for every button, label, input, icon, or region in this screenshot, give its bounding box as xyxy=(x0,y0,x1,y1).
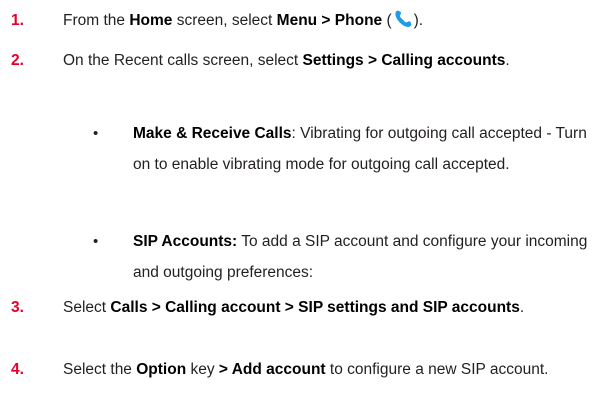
bullet-text: SIP Accounts: To add a SIP account and c… xyxy=(133,226,595,288)
step-text-part: screen, select xyxy=(172,12,277,29)
step-text: On the Recent calls screen, select Setti… xyxy=(63,45,588,76)
step-text-part: Select xyxy=(63,299,111,316)
step-text-part: On the Recent calls screen, select xyxy=(63,52,303,69)
bullet-separator: : xyxy=(291,125,301,142)
step-term-menu-phone: Menu > Phone xyxy=(276,12,383,29)
step-term-calls: Calls > Calling account > SIP settings a… xyxy=(110,299,520,316)
step-number: 1. xyxy=(11,12,24,29)
step-text-part: . xyxy=(505,52,510,69)
step-text: Select the Option key > Add account to c… xyxy=(63,354,588,385)
bullet-text: Make & Receive Calls: Vibrating for outg… xyxy=(133,118,595,180)
bullet-icon: • xyxy=(93,233,99,250)
bullet-term: SIP Accounts: xyxy=(133,233,238,250)
step-number: 4. xyxy=(11,361,24,378)
step-text-part: From the xyxy=(63,12,130,29)
step-text-part: to configure a new SIP account. xyxy=(325,361,549,378)
step-term-home: Home xyxy=(129,12,173,29)
step-number: 3. xyxy=(11,299,24,316)
step-text-part: ). xyxy=(413,12,424,29)
step-term-add-account: > Add account xyxy=(218,361,326,378)
step-text: Select Calls > Calling account > SIP set… xyxy=(63,292,588,323)
step-text-part: Select the xyxy=(63,361,137,378)
step-term-option: Option xyxy=(136,361,187,378)
phone-icon xyxy=(393,9,413,29)
bullet-term: Make & Receive Calls xyxy=(133,125,292,142)
step-number: 2. xyxy=(11,52,24,69)
step-term-settings: Settings > Calling accounts xyxy=(302,52,506,69)
step-text-part: ( xyxy=(382,12,392,29)
bullet-icon: • xyxy=(93,125,99,142)
step-text: From the Home screen, select Menu > Phon… xyxy=(63,5,588,36)
instruction-page: 1. From the Home screen, select Menu > P… xyxy=(0,0,597,418)
step-text-part: . xyxy=(519,299,525,316)
step-text-part: key xyxy=(186,361,219,378)
